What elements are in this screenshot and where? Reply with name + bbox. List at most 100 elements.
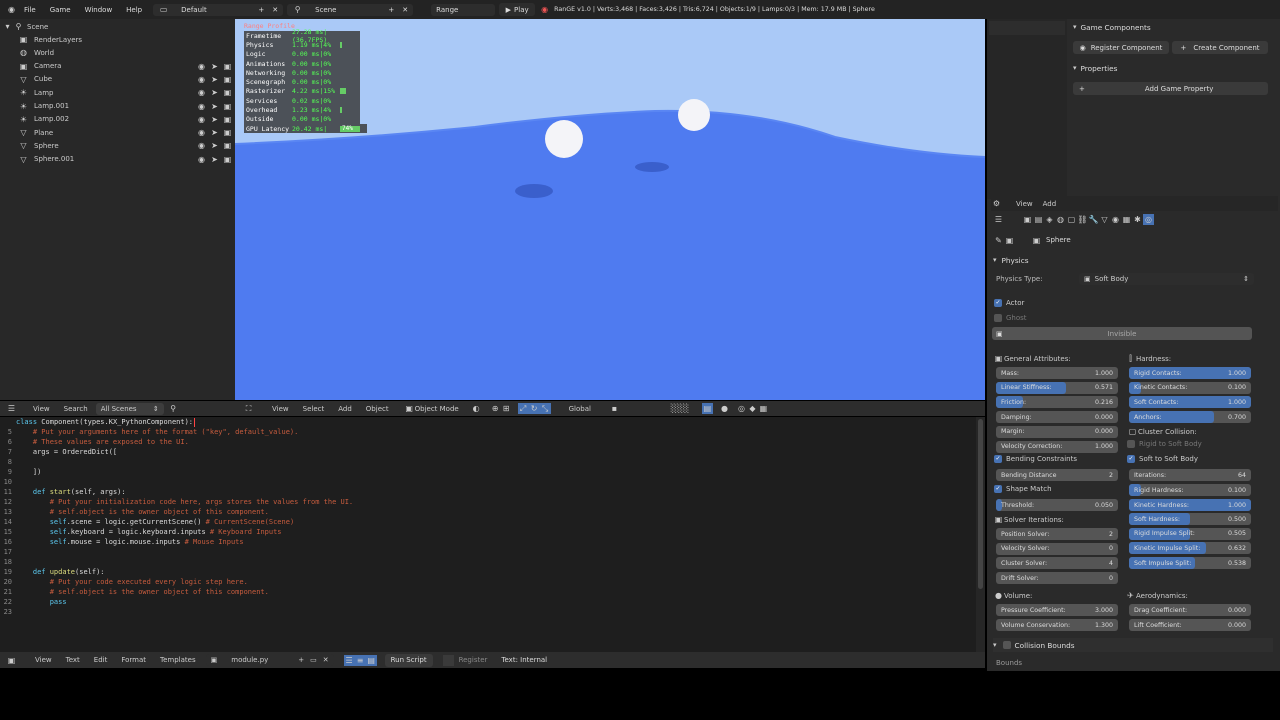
property-field[interactable]: Linear Stiffness: 0.571 <box>996 381 1118 394</box>
menu-view[interactable]: View <box>35 656 52 664</box>
eye-icon[interactable]: ◉ <box>196 154 207 165</box>
code-line[interactable]: class Component(types.KX_PythonComponent… <box>0 418 196 428</box>
modifier-icon[interactable]: 🔧 <box>1088 214 1099 225</box>
eye-icon[interactable]: ◉ <box>196 74 207 85</box>
code-line[interactable]: 18 <box>0 558 16 568</box>
record-icon[interactable]: ◉ <box>539 4 550 15</box>
code-line[interactable]: 23 <box>0 608 16 618</box>
outliner-item[interactable]: ☀ Lamp.001 ◉ ➤ ▣ <box>0 100 235 113</box>
property-field[interactable]: Soft Hardness: 0.500 <box>1129 513 1251 525</box>
object-icon[interactable]: ▢ <box>1066 214 1077 225</box>
code-line[interactable]: 14 self.scene = logic.getCurrentScene() … <box>0 518 295 528</box>
scale-icon[interactable]: ⤡ <box>539 403 551 414</box>
camera-icon[interactable]: ▣ <box>222 127 233 138</box>
property-field[interactable]: Soft Contacts: 1.000 <box>1129 396 1251 409</box>
cursor-icon[interactable]: ➤ <box>209 114 220 125</box>
eye-icon[interactable]: ◉ <box>196 101 207 112</box>
outliner-item[interactable]: ▣ RenderLayers <box>0 33 235 46</box>
folder-icon[interactable]: ▭ <box>310 656 317 664</box>
camera-icon[interactable]: ▣ <box>222 74 233 85</box>
property-field[interactable]: Friction: 0.216 <box>996 396 1118 409</box>
soft-to-soft-checkbox[interactable]: ✓ Soft to Soft Body <box>1127 455 1198 463</box>
close-icon[interactable]: ✕ <box>323 656 329 664</box>
collision-bounds-panel[interactable]: ▾ Collision Bounds <box>993 638 1273 652</box>
code-line[interactable]: 5 # Put your arguments here of the forma… <box>0 428 299 438</box>
collapse-icon[interactable]: ▾ <box>1073 64 1077 72</box>
rigid-hardness-field[interactable]: Rigid Hardness: 0.100 <box>1129 484 1251 496</box>
property-field[interactable]: Mass: 1.000 <box>996 367 1118 379</box>
create-component-button[interactable]: + Create Component <box>1172 41 1268 54</box>
property-field[interactable]: Velocity Solver: 0 <box>996 542 1118 555</box>
code-line[interactable]: 9 ]) <box>0 468 42 478</box>
outliner-item[interactable]: ▽ Cube ◉ ➤ ▣ <box>0 73 235 86</box>
camera-icon[interactable]: ▣ <box>222 61 233 72</box>
texture-icon[interactable]: ▦ <box>1121 214 1132 225</box>
scene-selector[interactable]: ⚲ Scene + ✕ <box>287 3 414 16</box>
scene-icon[interactable]: ◈ <box>1044 214 1055 225</box>
constraint-icon[interactable]: ⛓ <box>1077 214 1088 225</box>
camera-icon[interactable]: ▣ <box>222 154 233 165</box>
property-field[interactable]: Kinetic Contacts: 0.100 <box>1129 381 1251 394</box>
file-selector[interactable]: ▣ module.py + ▭ ✕ <box>205 654 334 666</box>
property-field[interactable]: Rigid Impulse Split: 0.505 <box>1129 527 1251 540</box>
add-game-property-button[interactable]: + Add Game Property <box>1073 82 1268 95</box>
code-line[interactable]: 12 # Put your initialization code here, … <box>0 498 354 508</box>
editor-type-icon[interactable]: ⛶ <box>243 403 254 414</box>
code-line[interactable]: 19 def update(self): <box>0 568 105 578</box>
manipulator-icon[interactable]: ⤢ <box>517 403 529 414</box>
code-line[interactable]: 11 def start(self, args): <box>0 488 126 498</box>
text-editor[interactable]: class Component(types.KX_PythonComponent… <box>0 417 985 652</box>
tool-icon[interactable]: ☰ <box>993 214 1004 225</box>
lock-icon[interactable]: ● <box>719 403 730 414</box>
cursor-icon[interactable]: ➤ <box>209 74 220 85</box>
local-view-icon[interactable]: ▤ <box>701 403 713 414</box>
menu-text[interactable]: Text <box>66 656 80 664</box>
outliner-item[interactable]: ◍ World <box>0 46 235 59</box>
particles-icon[interactable]: ✱ <box>1132 214 1143 225</box>
menu-view[interactable]: View <box>1016 200 1033 208</box>
property-field[interactable]: Drift Solver: 0 <box>996 572 1118 585</box>
line-numbers-icon[interactable]: ☰ <box>343 654 355 666</box>
pressure-coefficient-field[interactable]: Pressure Coefficient: 3.000 <box>996 604 1118 616</box>
property-field[interactable]: Soft Impulse Split: 0.538 <box>1129 557 1251 570</box>
code-line[interactable]: 17 <box>0 548 16 558</box>
run-script-button[interactable]: Run Script <box>384 653 433 667</box>
collapse-icon[interactable]: ▾ <box>1073 23 1077 31</box>
menu-format[interactable]: Format <box>121 656 146 664</box>
actor-checkbox[interactable]: ✓ Actor <box>994 299 1024 307</box>
close-icon[interactable]: ✕ <box>402 6 408 14</box>
camera-icon[interactable]: ▦ <box>758 403 769 414</box>
cursor-icon[interactable]: ➤ <box>209 101 220 112</box>
data-icon[interactable]: ▽ <box>1099 214 1110 225</box>
close-icon[interactable]: ✕ <box>272 6 278 14</box>
add-icon[interactable]: + <box>258 6 264 14</box>
property-field[interactable]: Position Solver: 2 <box>996 528 1118 540</box>
property-field[interactable]: Damping: 0.000 <box>996 411 1118 424</box>
add-icon[interactable]: + <box>388 6 394 14</box>
invisible-toggle[interactable]: ▣ Invisible <box>992 327 1252 340</box>
camera-icon[interactable]: ▣ <box>222 87 233 98</box>
bending-distance-field[interactable]: Bending Distance 2 <box>996 469 1118 481</box>
word-wrap-icon[interactable]: ≡ <box>354 654 366 666</box>
eye-icon[interactable]: ◉ <box>196 61 207 72</box>
cursor-icon[interactable]: ➤ <box>209 61 220 72</box>
search-icon[interactable]: ⚲ <box>168 403 179 414</box>
register-component-button[interactable]: ◉ Register Component <box>1073 41 1169 54</box>
iterations-field[interactable]: Iterations: 64 <box>1129 469 1251 481</box>
physics-icon[interactable]: ◎ <box>1143 214 1154 225</box>
menu-view[interactable]: View <box>33 405 50 413</box>
property-field[interactable]: Cluster Solver: 4 <box>996 557 1118 570</box>
menu-game[interactable]: Game <box>50 6 71 14</box>
menu-view[interactable]: View <box>272 405 289 413</box>
display-filter[interactable]: All Scenes ⇕ <box>95 402 164 415</box>
code-line[interactable]: 15 self.keyboard = logic.keyboard.inputs… <box>0 528 282 538</box>
code-line[interactable]: 20 # Put your code executed every logic … <box>0 578 248 588</box>
menu-edit[interactable]: Edit <box>94 656 108 664</box>
bending-constraints-checkbox[interactable]: ✓ Bending Constraints <box>994 455 1077 463</box>
orientation-selector[interactable]: Global <box>569 405 591 413</box>
rotate-icon[interactable]: ↻ <box>528 403 540 414</box>
ghost-checkbox[interactable]: Ghost <box>994 314 1027 322</box>
workspace-selector[interactable]: ▭ Default + ✕ <box>153 3 284 16</box>
snap-icon[interactable]: ⊞ <box>501 403 512 414</box>
outliner-root[interactable]: ▾ ⚲ Scene <box>0 20 235 33</box>
